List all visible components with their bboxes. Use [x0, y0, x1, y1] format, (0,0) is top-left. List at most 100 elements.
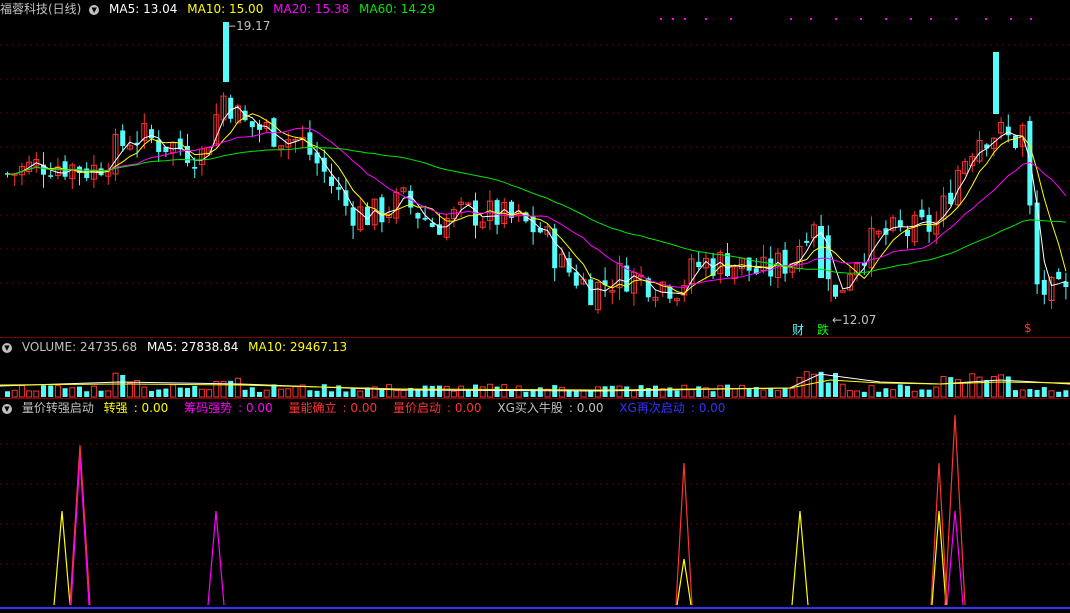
- ind-item-name: XG买入牛股: [497, 401, 563, 415]
- volume-bar: [234, 377, 241, 398]
- indicator-chart[interactable]: [0, 399, 1070, 613]
- volume-bar: [149, 391, 154, 397]
- volume-bar: [329, 391, 334, 397]
- volume-bar: [630, 390, 637, 398]
- volume-bar: [1034, 389, 1040, 397]
- main-header: 福蓉科技(日线) ▼ MA5: 13.04 MA10: 15.00 MA20: …: [0, 0, 441, 18]
- ind-item-5: XG再次启动: 0.00: [619, 401, 726, 415]
- volume-bar: [33, 390, 40, 398]
- volume-bar: [11, 389, 18, 398]
- ind-item-name: 筹码强势: [184, 401, 233, 415]
- volume-bar: [54, 385, 61, 398]
- volume-bar: [594, 386, 601, 398]
- volume-header: ▼ VOLUME: 24735.68 MA5: 27838.84 MA10: 2…: [0, 338, 353, 356]
- candle-body: [993, 52, 999, 114]
- marker-dot: [860, 18, 862, 20]
- signal-spike: [791, 510, 809, 606]
- volume-bar: [292, 386, 299, 398]
- volume-bar: [537, 387, 543, 397]
- finance-tag[interactable]: 财: [792, 321, 804, 338]
- volume-bar: [558, 386, 565, 398]
- chevron-down-icon[interactable]: ▼: [2, 403, 12, 414]
- volume-bar: [422, 385, 428, 397]
- volume-bar: [357, 390, 364, 398]
- volume-bar: [163, 388, 169, 397]
- volume-bar: [400, 390, 407, 398]
- ma5-label: MA5: 13.04: [109, 2, 178, 16]
- marker-dot: [705, 18, 707, 20]
- ind-item-1: 筹码强势: 0.00: [184, 401, 273, 415]
- volume-bar: [249, 387, 255, 397]
- volume-bar: [242, 389, 248, 397]
- volume-bar: [609, 385, 615, 397]
- volume-bar: [307, 390, 313, 397]
- volume-bar: [624, 386, 630, 397]
- volume-bar: [278, 388, 285, 398]
- volume-bar: [825, 382, 831, 397]
- volume-bar: [69, 387, 76, 398]
- drop-tag[interactable]: 跌: [817, 321, 829, 338]
- volume-bar: [126, 382, 133, 398]
- volume-bar: [1013, 390, 1018, 397]
- volume-bar: [573, 390, 579, 397]
- candle-body: [120, 130, 126, 146]
- marker-dot: [730, 18, 732, 20]
- volume-bar: [710, 391, 716, 397]
- ind-item-value: 0.00: [141, 401, 169, 415]
- kline-panel[interactable]: 福蓉科技(日线) ▼ MA5: 13.04 MA10: 15.00 MA20: …: [0, 0, 1070, 337]
- marker-dot: [1010, 18, 1012, 20]
- marker-dot: [885, 18, 887, 20]
- volume-bar: [1041, 387, 1047, 397]
- volume-bar: [523, 391, 529, 397]
- low-price-value: 12.07: [842, 313, 877, 327]
- marker-dot: [1030, 18, 1032, 20]
- ind-item-value: 0.00: [245, 401, 273, 415]
- candle-body: [422, 217, 428, 220]
- candle-body: [48, 175, 54, 177]
- volume-bar: [393, 390, 400, 398]
- volume-bar: [674, 390, 680, 397]
- volume-panel[interactable]: ▼ VOLUME: 24735.68 MA5: 27838.84 MA10: 2…: [0, 338, 1070, 398]
- volume-bar: [120, 374, 126, 397]
- volume-bar: [350, 388, 356, 397]
- chevron-down-icon[interactable]: ▼: [2, 342, 12, 353]
- volume-bar: [911, 390, 918, 398]
- candle-body: [1013, 135, 1018, 148]
- chevron-down-icon[interactable]: ▼: [89, 4, 100, 15]
- volume-bar: [616, 385, 623, 398]
- kline-chart[interactable]: [0, 0, 1070, 337]
- volume-bar: [688, 389, 695, 398]
- volume-bar: [437, 385, 442, 397]
- volume-bar: [1048, 390, 1055, 398]
- volume-bar: [5, 391, 10, 397]
- candle-body: [926, 214, 932, 232]
- marker-dot: [910, 18, 912, 20]
- indicator-panel[interactable]: ▼ 量价转强启动 转强: 0.00 筹码强势: 0.00 量能确立: 0.00 …: [0, 399, 1070, 613]
- marker-dot: [810, 18, 812, 20]
- indicator-header: ▼ 量价转强启动 转强: 0.00 筹码强势: 0.00 量能确立: 0.00 …: [0, 399, 737, 417]
- volume-bar: [321, 384, 327, 397]
- signal-spike: [70, 456, 90, 606]
- marker-dot: [955, 18, 957, 20]
- dollar-tag[interactable]: $: [1024, 321, 1032, 335]
- volume-bar: [602, 386, 608, 397]
- volume-bar: [443, 385, 450, 398]
- volume-bar: [725, 384, 730, 397]
- volume-bar: [876, 391, 882, 397]
- volume-bar: [1056, 391, 1062, 397]
- volume-bar: [112, 372, 119, 398]
- volume-bar: [926, 389, 932, 397]
- ind-item-2: 量能确立: 0.00: [288, 401, 378, 415]
- volume-bar: [429, 385, 435, 397]
- volume-bar: [976, 376, 983, 398]
- volume-bar: [206, 389, 213, 398]
- volume-bar: [192, 385, 198, 397]
- volume-bar: [285, 388, 292, 398]
- volume-bar: [41, 385, 46, 397]
- candle-body: [249, 121, 255, 128]
- volume-bar: [681, 384, 688, 398]
- volume-bar: [509, 390, 514, 397]
- candle-body: [839, 290, 846, 293]
- signal-spike: [676, 558, 692, 606]
- marker-dot: [930, 18, 932, 20]
